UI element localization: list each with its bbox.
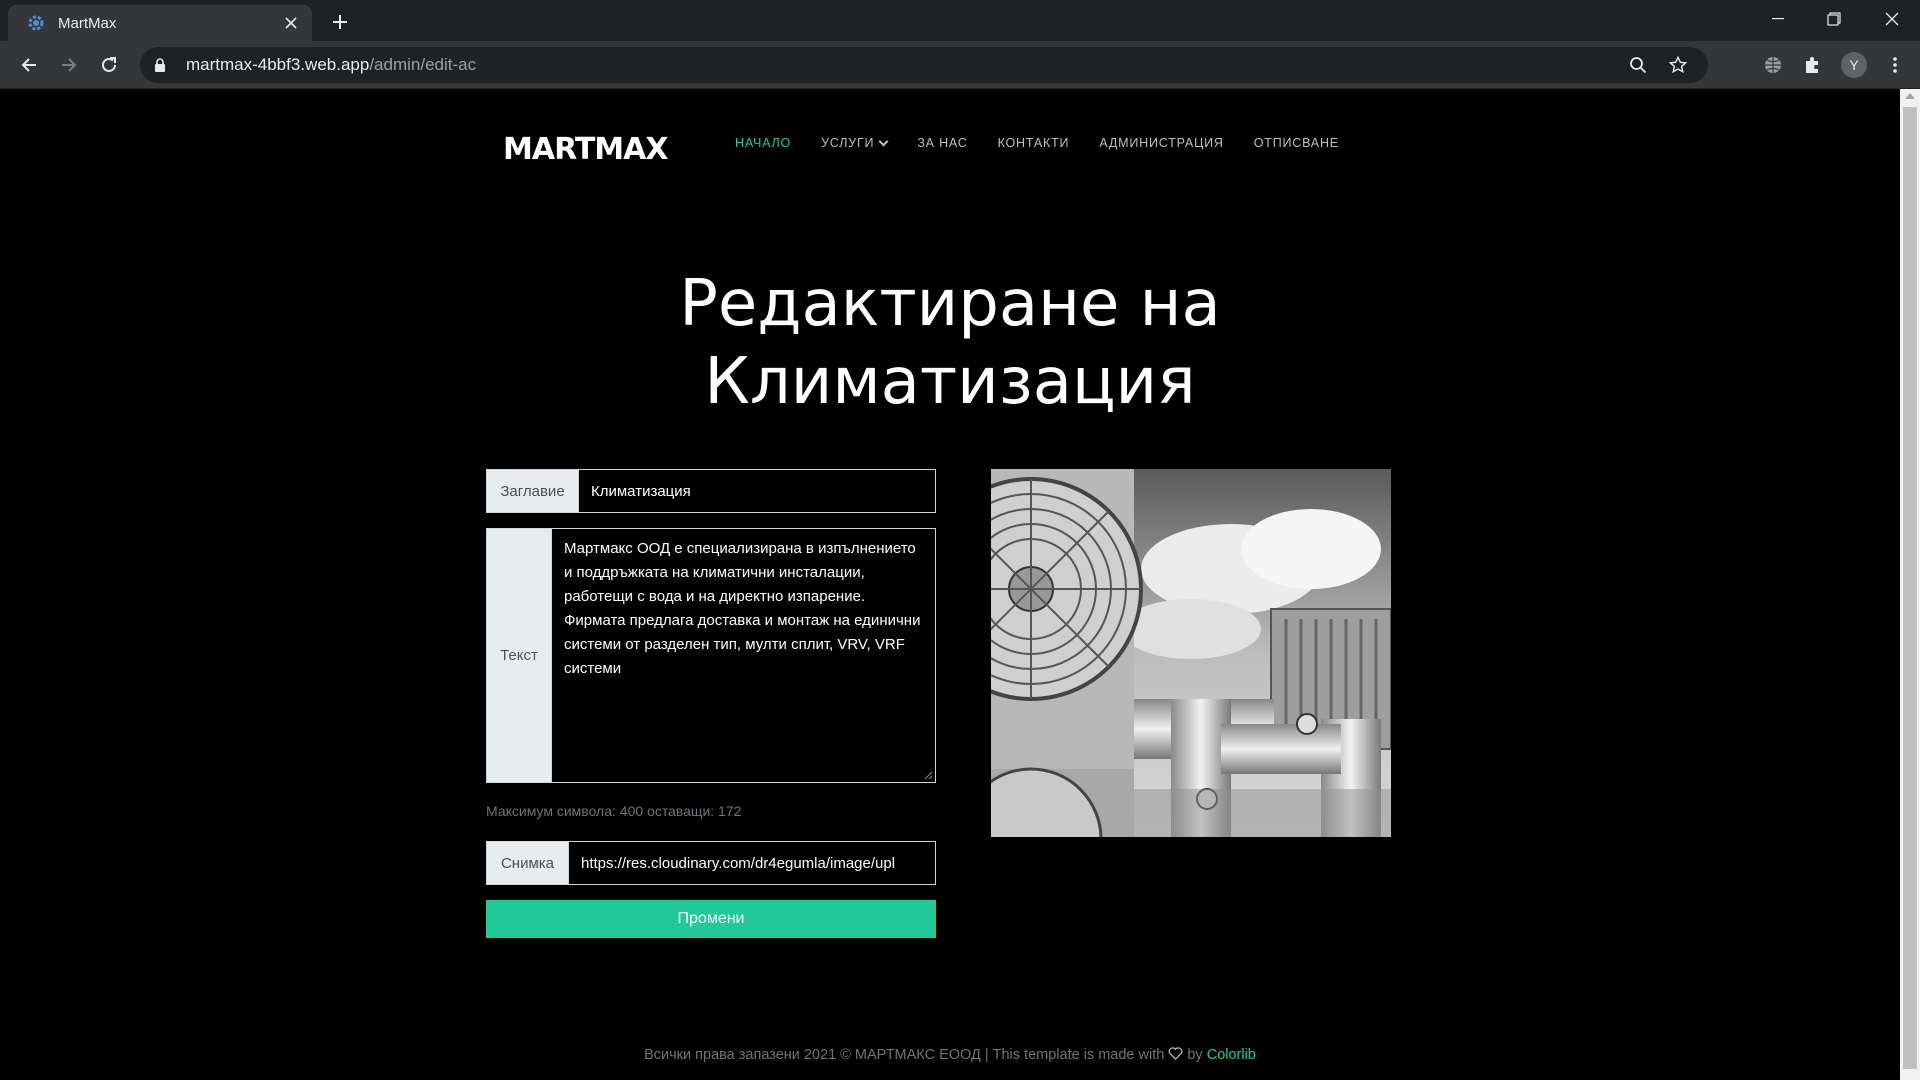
submit-button[interactable]: Промени xyxy=(486,900,936,938)
nav-item-services[interactable]: УСЛУГИ xyxy=(821,136,889,150)
new-tab-icon[interactable] xyxy=(326,8,354,36)
url-host: martmax-4bbf3.web.app xyxy=(186,55,370,74)
address-bar[interactable]: martmax-4bbf3.web.app/admin/edit-ac xyxy=(140,47,1708,83)
browser-tab-bar: MartMax xyxy=(0,0,1920,41)
nav-item-about[interactable]: ЗА НАС xyxy=(917,136,967,150)
site-nav: НАЧАЛО УСЛУГИ ЗА НАС КОНТАКТИ АДМИНИСТРА… xyxy=(735,136,1369,150)
url-path: /admin/edit-ac xyxy=(369,55,477,74)
title-input[interactable]: Климатизация xyxy=(579,470,935,512)
lock-icon[interactable] xyxy=(154,55,174,75)
image-field-label: Снимка xyxy=(487,842,569,884)
title-field-label: Заглавие xyxy=(487,470,579,512)
scrollbar[interactable] xyxy=(1900,89,1920,1080)
scroll-thumb[interactable] xyxy=(1903,107,1917,1069)
browser-tab[interactable]: MartMax xyxy=(8,5,312,41)
footer: Всички права запазени 2021 © МАРТМАКС ЕО… xyxy=(500,1047,1400,1063)
footer-text: Всички права запазени 2021 © МАРТМАКС ЕО… xyxy=(644,1047,1165,1063)
forward-icon[interactable] xyxy=(53,49,85,81)
bookmark-star-icon[interactable] xyxy=(1666,53,1690,77)
scroll-up-icon[interactable] xyxy=(1905,93,1915,99)
back-icon[interactable] xyxy=(13,49,45,81)
nav-item-logout[interactable]: ОТПИСВАНЕ xyxy=(1254,136,1339,150)
zoom-icon[interactable] xyxy=(1626,53,1650,77)
gear-favicon-icon xyxy=(26,13,46,33)
extensions-puzzle-icon[interactable] xyxy=(1798,50,1828,80)
profile-avatar[interactable]: Y xyxy=(1841,52,1867,78)
text-field-label: Текст xyxy=(487,529,552,782)
resize-grip-icon[interactable] xyxy=(923,770,933,780)
minimize-icon[interactable] xyxy=(1750,0,1806,38)
browser-toolbar: martmax-4bbf3.web.app/admin/edit-ac Y xyxy=(0,41,1920,89)
image-field: Снимка https://res.cloudinary.com/dr4egu… xyxy=(486,841,936,885)
restore-icon[interactable] xyxy=(1806,0,1862,38)
close-tab-icon[interactable] xyxy=(280,12,302,34)
site-logo[interactable]: MARTMAX xyxy=(503,132,668,167)
extension-globe-icon[interactable] xyxy=(1758,50,1788,80)
browser-menu-icon[interactable] xyxy=(1880,50,1910,80)
nav-item-home[interactable]: НАЧАЛО xyxy=(735,136,791,150)
heart-icon xyxy=(1168,1047,1183,1061)
chevron-down-icon xyxy=(878,136,889,146)
page-viewport: MARTMAX НАЧАЛО УСЛУГИ ЗА НАС КОНТАКТИ АД… xyxy=(0,89,1900,1080)
page-title-line1: Редактиране на xyxy=(679,267,1221,341)
tab-title: MartMax xyxy=(58,14,117,32)
char-count-hint: Максимум символа: 400 оставащи: 172 xyxy=(486,803,742,819)
page-title-line2: Климатизация xyxy=(704,345,1196,419)
image-url-input[interactable]: https://res.cloudinary.com/dr4egumla/ima… xyxy=(569,842,935,884)
title-field: Заглавие Климатизация xyxy=(486,469,936,513)
service-image xyxy=(991,469,1391,837)
nav-item-admin[interactable]: АДМИНИСТРАЦИЯ xyxy=(1099,136,1223,150)
close-window-icon[interactable] xyxy=(1864,0,1920,38)
colorlib-link[interactable]: Colorlib xyxy=(1207,1047,1256,1063)
text-textarea[interactable]: Мартмакс ООД е специализирана в изпълнен… xyxy=(552,529,935,782)
text-field: Текст Мартмакс ООД е специализирана в из… xyxy=(486,528,936,783)
text-textarea-value: Мартмакс ООД е специализирана в изпълнен… xyxy=(564,540,921,677)
page-title: Редактиране на Климатизация xyxy=(500,265,1400,421)
footer-by: by xyxy=(1187,1047,1203,1063)
reload-icon[interactable] xyxy=(93,49,125,81)
nav-item-contacts[interactable]: КОНТАКТИ xyxy=(998,136,1070,150)
nav-item-services-label: УСЛУГИ xyxy=(821,136,875,150)
